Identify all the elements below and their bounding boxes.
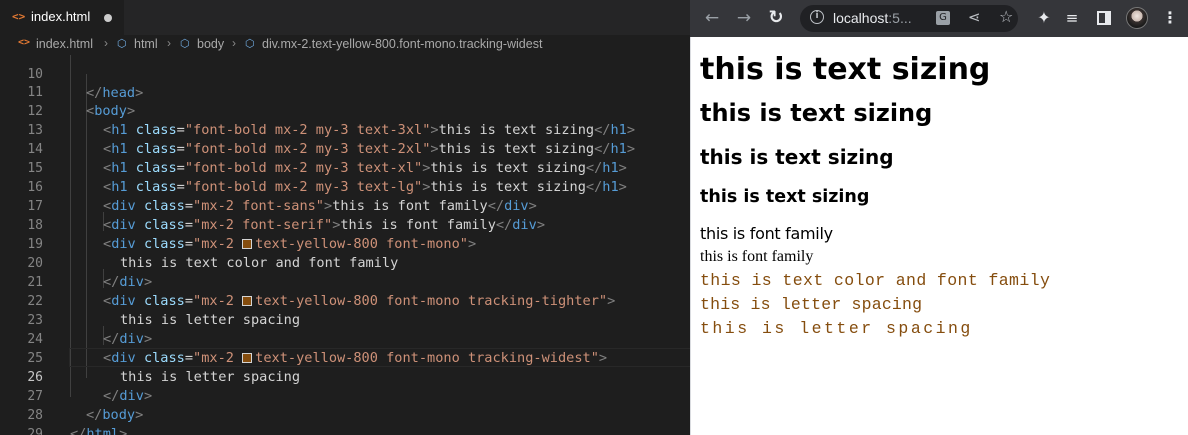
tab-label: index.html <box>31 9 91 24</box>
code-line: 19 this is text color and font family <box>0 216 690 271</box>
more-vert-icon[interactable]: ⋮ <box>1158 6 1182 30</box>
code-line: 10 </head> <box>0 46 690 101</box>
back-arrow-icon[interactable]: ← <box>700 6 724 30</box>
editor-tab-bar: <> index.html <box>0 0 690 35</box>
text-mono-color: this is text color and font family <box>700 271 1051 290</box>
extensions-puzzle-icon[interactable]: ✦ <box>1032 6 1056 30</box>
page-viewport: this is text sizing this is text sizing … <box>690 37 1188 435</box>
site-info-icon[interactable]: i <box>810 10 824 24</box>
text-tracking-tighter: this is letter spacing <box>700 295 923 314</box>
html-file-icon: <> <box>12 10 26 23</box>
code-line: 12 <h1 class="font-bold mx-2 my-3 text-3… <box>0 83 690 138</box>
text-font-sans: this is font family <box>700 224 833 243</box>
media-queue-icon[interactable]: ≡ <box>1060 6 1084 30</box>
url-text[interactable]: localhost:5... <box>833 10 912 26</box>
heading-text-lg: this is text sizing <box>700 187 870 207</box>
code-line: 15 <h1 class="font-bold mx-2 my-3 text-l… <box>0 140 690 195</box>
code-line: 14 <h1 class="font-bold mx-2 my-3 text-x… <box>0 121 690 176</box>
code-line: 28 </html> <box>0 387 690 435</box>
code-line: 23 </div> <box>0 292 690 347</box>
tab-index-html[interactable]: <> index.html <box>0 0 124 35</box>
profile-avatar[interactable] <box>1126 7 1148 29</box>
code-line: 17 <div class="mx-2 font-serif">this is … <box>0 178 690 233</box>
code-line: 27 </body> <box>0 368 690 423</box>
code-line: 25 this is letter spacing <box>0 330 690 385</box>
code-editor[interactable]: <> index.html <> index.html › ⬡ html › ⬡… <box>0 0 690 435</box>
text-font-serif: this is font family <box>700 248 814 265</box>
code-area[interactable]: 10 </head> 11 <body> 12 <h1 class="font-… <box>0 55 690 435</box>
code-line: 29 <box>0 406 690 435</box>
code-line: 16 <div class="mx-2 font-sans">this is f… <box>0 159 690 214</box>
browser-toolbar: ← → ↻ i localhost:5... G ⋖ ☆ ✦ ≡ ⋮ <box>690 0 1188 37</box>
code-line: 11 <body> <box>0 64 690 119</box>
browser-window: ← → ↻ i localhost:5... G ⋖ ☆ ✦ ≡ ⋮ this … <box>690 0 1188 435</box>
code-line: 18 <div class="mx-2 text-yellow-800 font… <box>0 197 690 252</box>
address-bar[interactable]: i localhost:5... G ⋖ ☆ <box>800 5 1018 32</box>
forward-arrow-icon[interactable]: → <box>732 6 756 30</box>
unsaved-dot-icon[interactable] <box>104 14 112 22</box>
code-line: 22 this is letter spacing <box>0 273 690 328</box>
code-line: 21 <div class="mx-2 text-yellow-800 font… <box>0 254 690 309</box>
translate-icon[interactable]: G <box>936 11 950 25</box>
heading-text-2xl: this is text sizing <box>700 99 933 127</box>
line-number: 29 <box>27 427 43 435</box>
text-tracking-widest: this is letter spacing <box>700 319 973 338</box>
reload-icon[interactable]: ↻ <box>764 6 788 30</box>
code-line: 24 <div class="mx-2 text-yellow-800 font… <box>0 311 690 366</box>
share-icon[interactable]: ⋖ <box>968 8 981 26</box>
side-panel-icon[interactable] <box>1092 6 1116 30</box>
bookmark-star-icon[interactable]: ☆ <box>999 7 1013 26</box>
heading-text-3xl: this is text sizing <box>700 52 991 87</box>
code-line: 13 <h1 class="font-bold mx-2 my-3 text-2… <box>0 102 690 157</box>
code-text: </html> <box>70 426 128 435</box>
code-line-current: 26 </div> <box>0 349 690 404</box>
heading-text-xl: this is text sizing <box>700 145 894 169</box>
code-line: 20 </div> <box>0 235 690 290</box>
